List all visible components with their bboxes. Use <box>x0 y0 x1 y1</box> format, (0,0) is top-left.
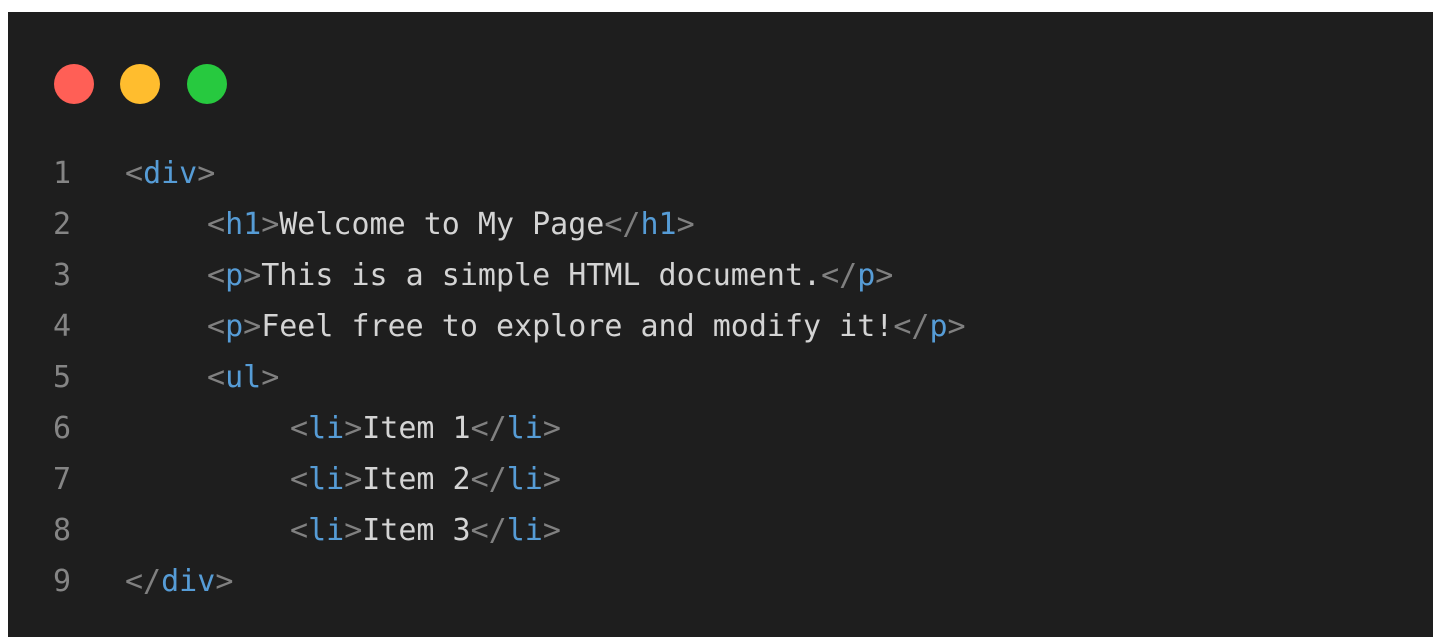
tag-close-bracket: > <box>676 207 695 242</box>
tag-close-bracket: > <box>947 309 966 344</box>
line-source: </div> <box>125 556 233 607</box>
tag-name: div <box>143 156 198 191</box>
text-content: Item 2 <box>362 462 471 497</box>
tag-open-bracket: < <box>207 309 226 344</box>
tag-open-bracket: </ <box>821 258 858 293</box>
tag-name: li <box>506 513 543 548</box>
line-number: 4 <box>53 309 72 344</box>
text-content: Feel free to explore and modify it! <box>261 309 894 344</box>
line-number: 1 <box>53 156 72 191</box>
tag-close-bracket: > <box>215 564 234 599</box>
tag-close-bracket: > <box>261 360 280 395</box>
line-number: 6 <box>53 411 72 446</box>
line-number: 2 <box>53 207 72 242</box>
tag-close-bracket: > <box>197 156 216 191</box>
tag-name: li <box>308 411 345 446</box>
tag-close-bracket: > <box>542 513 561 548</box>
tag-close-bracket: > <box>344 411 363 446</box>
tag-open-bracket: </ <box>470 462 507 497</box>
text-content: Welcome to My Page <box>279 207 605 242</box>
zoom-window-button[interactable] <box>187 64 227 104</box>
minimize-window-button[interactable] <box>120 64 160 104</box>
tag-open-bracket: < <box>290 411 309 446</box>
tag-close-bracket: > <box>261 207 280 242</box>
line-number: 7 <box>53 462 72 497</box>
line-number: 5 <box>53 360 72 395</box>
tag-name: li <box>308 462 345 497</box>
tag-name: ul <box>225 360 262 395</box>
tag-name: li <box>506 411 543 446</box>
tag-open-bracket: </ <box>470 411 507 446</box>
tag-name: p <box>225 309 244 344</box>
text-content: Item 1 <box>362 411 471 446</box>
line-source: <li>Item 1</li> <box>125 403 561 454</box>
tag-close-bracket: > <box>344 513 363 548</box>
tag-open-bracket: </ <box>125 564 162 599</box>
line-source: <li>Item 2</li> <box>125 454 561 505</box>
text-content: Item 3 <box>362 513 471 548</box>
code-window: 1 <div> 2 <h1>Welcome to My Page</h1> 3 <p>Th… <box>8 12 1433 637</box>
tag-open-bracket: < <box>207 360 226 395</box>
tag-open-bracket: </ <box>604 207 641 242</box>
line-number: 9 <box>53 564 72 599</box>
tag-close-bracket: > <box>243 309 262 344</box>
tag-open-bracket: < <box>290 462 309 497</box>
line-source: <p>Feel free to explore and modify it!</… <box>125 301 966 352</box>
line-source: <li>Item 3</li> <box>125 505 561 556</box>
tag-name: li <box>308 513 345 548</box>
tag-open-bracket: < <box>290 513 309 548</box>
tag-close-bracket: > <box>344 462 363 497</box>
tag-name: div <box>161 564 216 599</box>
tag-open-bracket: < <box>125 156 144 191</box>
close-window-button[interactable] <box>54 64 94 104</box>
line-source: <p>This is a simple HTML document.</p> <box>125 250 893 301</box>
tag-name: p <box>225 258 244 293</box>
tag-open-bracket: < <box>207 207 226 242</box>
tag-close-bracket: > <box>243 258 262 293</box>
line-number: 8 <box>53 513 72 548</box>
tag-open-bracket: </ <box>893 309 930 344</box>
line-number: 3 <box>53 258 72 293</box>
text-content: This is a simple HTML document. <box>261 258 822 293</box>
tag-name: p <box>857 258 876 293</box>
tag-open-bracket: < <box>207 258 226 293</box>
tag-name: h1 <box>640 207 677 242</box>
tag-close-bracket: > <box>542 462 561 497</box>
line-source: <ul> <box>125 352 279 403</box>
tag-close-bracket: > <box>542 411 561 446</box>
tag-open-bracket: </ <box>470 513 507 548</box>
tag-name: h1 <box>225 207 262 242</box>
tag-name: p <box>929 309 948 344</box>
line-source: <div> <box>125 148 215 199</box>
line-source: <h1>Welcome to My Page</h1> <box>125 199 695 250</box>
tag-close-bracket: > <box>875 258 894 293</box>
tag-name: li <box>506 462 543 497</box>
